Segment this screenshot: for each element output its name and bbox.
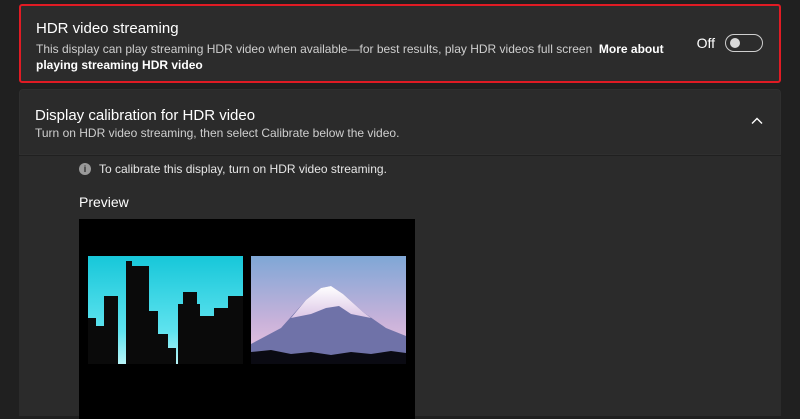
city-skyline-image [88,256,243,364]
calibration-title: Display calibration for HDR video [35,107,256,124]
preview-label: Preview [79,194,129,210]
hdr-streaming-title: HDR video streaming [36,20,179,37]
hdr-toggle-state-label: Off [696,35,715,51]
toggle-knob [730,38,740,48]
chevron-up-icon[interactable] [750,114,764,128]
info-icon: i [79,163,91,175]
calibration-body: i To calibrate this display, turn on HDR… [19,156,781,419]
hdr-streaming-description: This display can play streaming HDR vide… [36,41,686,73]
hdr-streaming-toggle[interactable] [725,34,763,52]
calibration-info-text: To calibrate this display, turn on HDR v… [99,162,387,176]
hdr-toggle-group: Off [697,34,763,52]
hdr-streaming-description-text: This display can play streaming HDR vide… [36,42,593,56]
calibration-info-row: i To calibrate this display, turn on HDR… [79,162,387,176]
calibration-header[interactable]: Display calibration for HDR video Turn o… [19,89,781,155]
hdr-streaming-card: HDR video streaming This display can pla… [19,4,781,83]
mountain-image [251,256,406,364]
preview-video[interactable] [79,219,415,419]
calibration-description: Turn on HDR video streaming, then select… [35,126,400,140]
